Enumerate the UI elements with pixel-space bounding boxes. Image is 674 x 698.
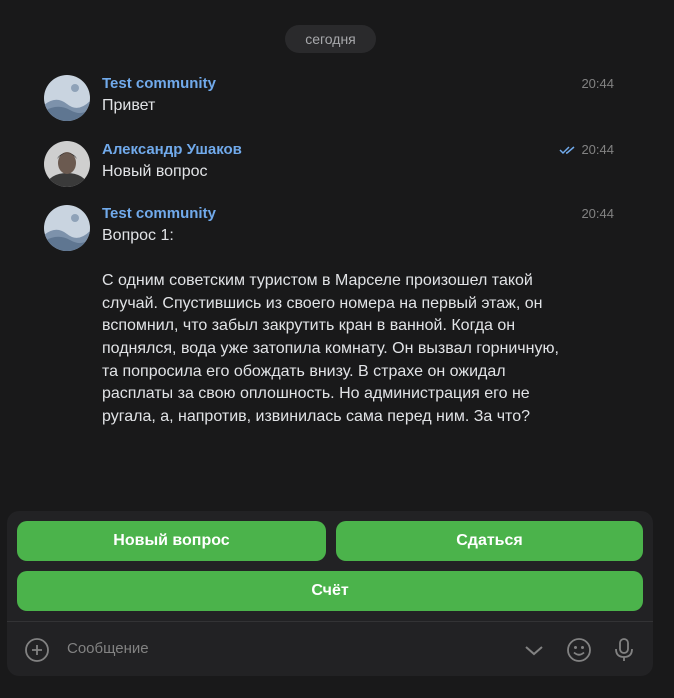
message-author[interactable]: Test community: [102, 205, 216, 223]
message: Александр Ушаков 20:44 Новый вопрос: [44, 141, 624, 187]
date-separator: сегодня: [285, 25, 376, 53]
community-avatar-icon[interactable]: [44, 75, 90, 121]
microphone-icon[interactable]: [611, 637, 637, 663]
bot-keyboard: Новый вопрос Сдаться Счёт Сообщение: [7, 511, 653, 676]
give-up-button[interactable]: Сдаться: [336, 521, 643, 561]
message-author[interactable]: Александр Ушаков: [102, 141, 242, 159]
message-time-text: 20:44: [581, 76, 614, 91]
message-author[interactable]: Test community: [102, 75, 216, 93]
score-button[interactable]: Счёт: [17, 571, 643, 611]
message-input[interactable]: Сообщение: [67, 640, 149, 657]
message-time: 20:44: [581, 76, 614, 92]
new-question-button[interactable]: Новый вопрос: [17, 521, 326, 561]
message: Test community 20:44 Привет: [44, 75, 624, 121]
message: Test community 20:44 Вопрос 1: С одним с…: [44, 205, 624, 455]
message-time: 20:44: [581, 206, 614, 222]
collapse-keyboard-icon[interactable]: [521, 637, 547, 663]
message-composer: Сообщение: [7, 622, 653, 676]
chat-history: сегодня Test community 20:44 Привет Алек…: [0, 0, 674, 698]
add-attachment-icon[interactable]: [24, 637, 50, 663]
message-text: Вопрос 1: С одним советским туристом в М…: [102, 227, 559, 425]
community-avatar-icon[interactable]: [44, 205, 90, 251]
user-avatar-photo[interactable]: [44, 141, 90, 187]
message-time: 20:44: [559, 142, 614, 158]
message-time-text: 20:44: [581, 142, 614, 157]
message-time-text: 20:44: [581, 206, 614, 221]
read-checks-icon: [559, 146, 575, 155]
message-text: Привет: [102, 97, 156, 114]
message-text: Новый вопрос: [102, 163, 208, 180]
emoji-icon[interactable]: [566, 637, 592, 663]
